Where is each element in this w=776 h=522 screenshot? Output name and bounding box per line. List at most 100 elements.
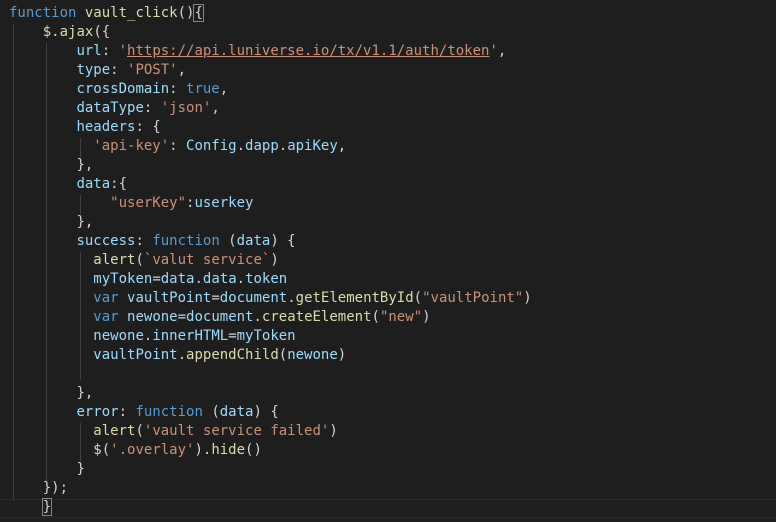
code-line-text: headers: { xyxy=(9,118,161,137)
code-link[interactable]: https://api.luniverse.io/tx/v1.1/auth/to… xyxy=(127,43,489,59)
code-token-plain: , xyxy=(497,43,507,59)
code-token-plain: () xyxy=(245,442,262,458)
code-line[interactable]: headers: { xyxy=(0,118,776,137)
code-token-plain: : xyxy=(143,100,161,116)
code-token-plain: , xyxy=(177,62,187,78)
code-line[interactable]: error: function (data) { xyxy=(0,403,776,422)
code-token-prop: innerHTML xyxy=(152,328,229,344)
code-token-plain: ({ xyxy=(93,24,111,40)
code-token-plain: ) xyxy=(422,309,431,325)
code-line[interactable]: vaultPoint.appendChild(newone) xyxy=(0,346,776,365)
code-token-keyword: true xyxy=(186,81,220,97)
code-token-prop: success xyxy=(76,233,136,249)
code-token-string: "new" xyxy=(379,309,423,325)
code-token-string: 'vault service failed' xyxy=(143,423,330,439)
code-token-prop: newone xyxy=(93,328,144,344)
code-token-prop: myToken xyxy=(236,328,296,344)
code-line[interactable]: success: function (data) { xyxy=(0,232,776,251)
code-line-text: type: 'POST', xyxy=(9,61,186,80)
code-token-string: `valut service` xyxy=(143,252,271,268)
code-line[interactable]: myToken=data.data.token xyxy=(0,270,776,289)
code-line-text: }, xyxy=(9,213,93,232)
code-editor[interactable]: function vault_click(){ $.ajax({ url: 'h… xyxy=(0,0,776,522)
code-token-func: hide xyxy=(211,442,246,458)
code-token-prop: newone xyxy=(127,309,178,325)
code-line[interactable]: data:{ xyxy=(0,175,776,194)
code-token-plain: : xyxy=(118,404,136,420)
code-token-plain: ( xyxy=(413,290,423,306)
code-line[interactable]: "userKey":userkey xyxy=(0,194,776,213)
code-line-text: dataType: 'json', xyxy=(9,99,219,118)
code-line-text: alert('vault service failed') xyxy=(9,422,337,441)
code-token-plain: ( xyxy=(135,252,144,268)
code-line-text: 'api-key': Config.dapp.apiKey, xyxy=(9,137,346,156)
code-token-prop: userkey xyxy=(194,195,254,211)
code-line[interactable]: $('.overlay').hide() xyxy=(0,441,776,460)
code-line[interactable]: newone.innerHTML=myToken xyxy=(0,327,776,346)
code-line[interactable]: $.ajax({ xyxy=(0,23,776,42)
code-line[interactable] xyxy=(0,365,776,384)
code-line-text: $('.overlay').hide() xyxy=(9,441,262,460)
code-token-plain: = xyxy=(211,290,220,306)
code-line[interactable]: url: 'https://api.luniverse.io/tx/v1.1/a… xyxy=(0,42,776,61)
code-token-plain: ( xyxy=(101,442,111,458)
code-line-text: $.ajax({ xyxy=(9,23,110,42)
code-line[interactable]: alert('vault service failed') xyxy=(0,422,776,441)
code-token-prop: data xyxy=(219,404,254,420)
code-token-prop: dataType xyxy=(76,100,144,116)
code-line[interactable]: var vaultPoint=document.getElementById("… xyxy=(0,289,776,308)
code-line-text: }); xyxy=(9,479,68,498)
code-line[interactable]: crossDomain: true, xyxy=(0,80,776,99)
code-line[interactable]: }, xyxy=(0,213,776,232)
code-line[interactable]: 'api-key': Config.dapp.apiKey, xyxy=(0,137,776,156)
code-line[interactable]: function vault_click(){ xyxy=(0,4,776,23)
code-token-plain: , xyxy=(337,138,347,154)
code-line[interactable]: } xyxy=(0,460,776,479)
code-line[interactable]: var newone=document.createElement("new") xyxy=(0,308,776,327)
code-line-text: function vault_click(){ xyxy=(9,4,204,23)
code-token-plain: ) { xyxy=(253,404,279,420)
code-line[interactable]: alert(`valut service`) xyxy=(0,251,776,270)
code-token-prop: data xyxy=(202,271,237,287)
code-line[interactable]: }); xyxy=(0,479,776,498)
code-line[interactable]: } xyxy=(0,498,776,517)
code-token-prop: Config xyxy=(186,138,237,154)
code-token-plain: } xyxy=(76,461,85,477)
code-token-string: ' xyxy=(118,43,128,59)
code-token-plain: = xyxy=(177,309,187,325)
code-line[interactable]: type: 'POST', xyxy=(0,61,776,80)
code-line-text: myToken=data.data.token xyxy=(9,270,287,289)
code-token-prop: headers xyxy=(76,119,136,135)
code-token-prop: type xyxy=(76,62,111,78)
code-token-plain: : xyxy=(101,43,119,59)
code-line-text: }, xyxy=(9,156,93,175)
code-token-plain: :{ xyxy=(110,176,128,192)
code-token-string: '.overlay' xyxy=(110,442,195,458)
code-token-plain: ( xyxy=(219,233,237,249)
code-line[interactable]: }, xyxy=(0,156,776,175)
matching-bracket-close: } xyxy=(41,498,53,516)
code-token-plain: ) { xyxy=(270,233,296,249)
code-token-plain: . xyxy=(287,290,296,306)
code-token-plain: : { xyxy=(135,119,161,135)
code-line-text: error: function (data) { xyxy=(9,403,279,422)
code-line[interactable]: }, xyxy=(0,384,776,403)
code-line-text: newone.innerHTML=myToken xyxy=(9,327,296,346)
code-token-prop: data xyxy=(160,271,195,287)
code-token-plain: }, xyxy=(76,385,94,401)
code-token-prop: dapp xyxy=(245,138,279,154)
code-token-plain: : xyxy=(169,81,187,97)
code-line-text: }, xyxy=(9,384,93,403)
code-line[interactable]: dataType: 'json', xyxy=(0,99,776,118)
